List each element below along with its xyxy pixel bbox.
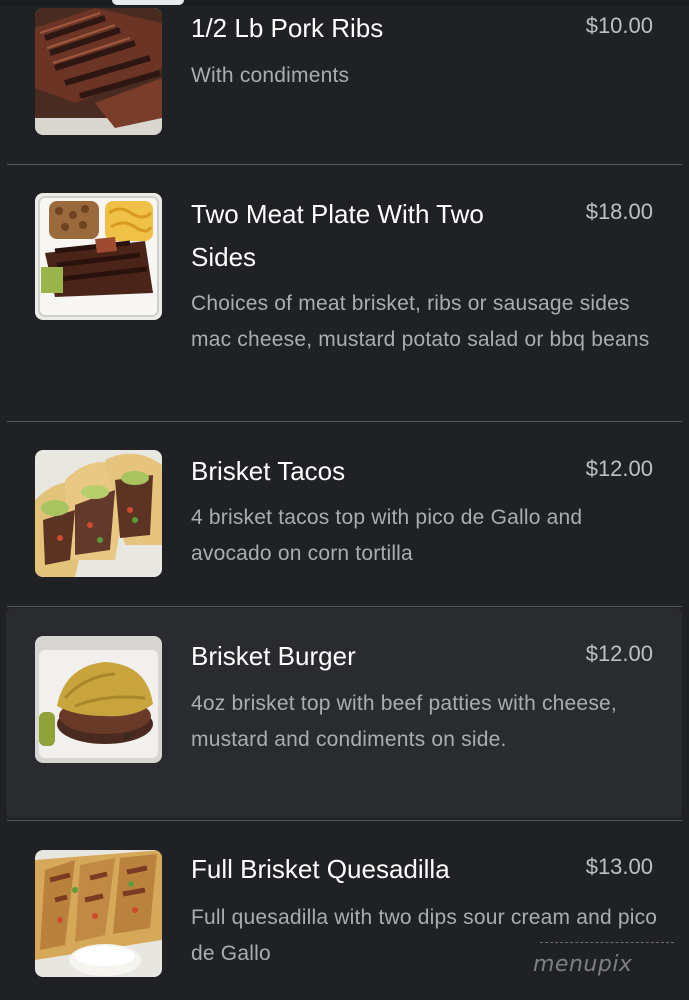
watermark-divider: [540, 942, 674, 943]
meat-plate-photo: [35, 193, 162, 320]
item-title: 1/2 Lb Pork Ribs: [191, 13, 384, 43]
item-description: With condiments: [191, 64, 350, 87]
item-description: 4 brisket tacos top with pico de Gallo a…: [191, 506, 583, 565]
brisket-tacos-photo: [35, 450, 162, 577]
item-title: Full Brisket Quesadilla: [191, 854, 450, 884]
item-price: $10.00: [585, 13, 653, 38]
menu-item-two-meat-plate[interactable]: Two Meat Plate With Two Sides $18.00 Cho…: [6, 165, 682, 421]
item-price: $12.00: [585, 641, 653, 666]
item-price: $18.00: [585, 199, 653, 224]
pork-ribs-photo: [35, 8, 162, 135]
item-description: Choices of meat brisket, ribs or sausage…: [191, 292, 650, 351]
item-price: $13.00: [585, 854, 653, 879]
item-description: 4oz brisket top with beef patties with c…: [191, 692, 617, 751]
menu-item-pork-ribs[interactable]: 1/2 Lb Pork Ribs $10.00 With condiments: [6, 0, 682, 164]
brisket-burger-photo: [35, 636, 162, 763]
menu-item-brisket-tacos[interactable]: Brisket Tacos $12.00 4 brisket tacos top…: [6, 422, 682, 606]
item-title: Two Meat Plate With Two Sides: [191, 199, 484, 272]
divider: [7, 606, 682, 607]
quesadilla-photo: [35, 850, 162, 977]
menupix-watermark: menupix: [533, 952, 633, 977]
item-title: Brisket Burger: [191, 641, 356, 671]
item-title: Brisket Tacos: [191, 456, 346, 486]
item-price: $12.00: [585, 456, 653, 481]
menu-item-brisket-burger[interactable]: Brisket Burger $12.00 4oz brisket top wi…: [6, 608, 682, 818]
